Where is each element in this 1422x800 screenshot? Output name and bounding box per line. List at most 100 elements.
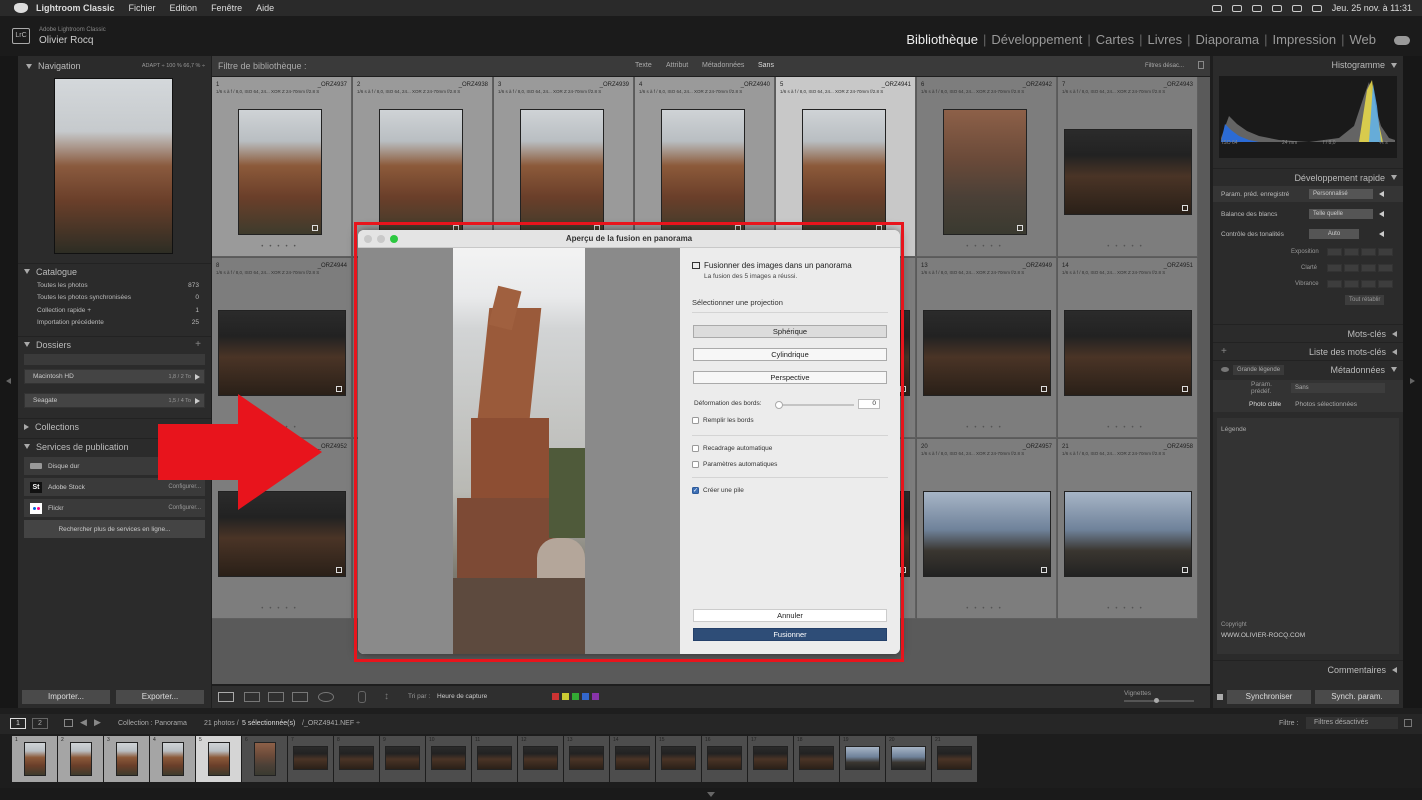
filmstrip-thumbnail[interactable] [937, 746, 972, 770]
photo-thumbnail[interactable] [661, 109, 745, 235]
navigator-header[interactable]: Navigation ADAPT ÷ 100 % 66,7 % ÷ [18, 59, 211, 73]
menu-app-name[interactable]: Lightroom Classic [36, 3, 115, 13]
keywords-header[interactable]: Mots-clés [1213, 324, 1403, 342]
filmstrip-thumbnail[interactable] [891, 746, 926, 770]
filmstrip-cell[interactable]: 18 [794, 736, 839, 782]
photo-thumbnail[interactable] [1064, 491, 1192, 577]
export-button[interactable]: Exporter... [116, 690, 204, 704]
rating-stars[interactable]: ••••• [917, 606, 1056, 612]
filmstrip-cell[interactable]: 1 [12, 736, 57, 782]
photo-thumbnail[interactable] [379, 109, 463, 235]
filters-off-dropdown[interactable]: Filtres désac... [1145, 63, 1184, 69]
collection-source[interactable]: Collection : Panorama [118, 720, 187, 727]
spray-can-icon[interactable] [358, 691, 366, 703]
forward-icon[interactable]: ▶ [94, 717, 101, 728]
saved-preset-select[interactable]: Personnalisé [1309, 189, 1373, 199]
comments-header[interactable]: Commentaires [1213, 660, 1403, 678]
expand-icon[interactable] [1379, 211, 1384, 217]
histogram-header[interactable]: Histogramme [1213, 56, 1403, 74]
filmstrip-thumbnail[interactable] [70, 742, 92, 776]
catalogue-item-quick[interactable]: Collection rapide + 1 [18, 304, 211, 317]
filmstrip-thumbnail[interactable] [293, 746, 328, 770]
photo-thumbnail[interactable] [802, 109, 886, 235]
filmstrip-cell[interactable]: 13 [564, 736, 609, 782]
color-label-red[interactable] [552, 693, 559, 700]
photo-thumbnail[interactable] [1064, 310, 1192, 396]
rating-stars[interactable]: ••••• [1058, 244, 1197, 250]
module-bibliotheque[interactable]: Bibliothèque [906, 32, 978, 47]
module-impression[interactable]: Impression [1273, 32, 1337, 47]
synchronize-button[interactable]: Synchroniser [1227, 690, 1311, 704]
white-balance-select[interactable]: Telle quelle [1309, 209, 1373, 219]
menu-edition[interactable]: Edition [170, 3, 198, 13]
reset-all-button[interactable]: Tout rétablir [1345, 295, 1385, 305]
photo-thumbnail[interactable] [520, 109, 604, 235]
catalogue-header[interactable]: Catalogue [18, 263, 211, 279]
filmstrip-thumbnail[interactable] [753, 746, 788, 770]
filmstrip-toggle-icon[interactable] [707, 792, 715, 797]
eye-icon[interactable] [1221, 367, 1229, 372]
filmstrip-thumbnail[interactable] [254, 742, 276, 776]
add-folder-button[interactable]: + [195, 339, 201, 350]
thumbnail-size-slider[interactable] [1124, 698, 1194, 703]
module-livres[interactable]: Livres [1147, 32, 1182, 47]
quick-develop-header[interactable]: Développement rapide [1213, 168, 1403, 186]
filmstrip-lock-icon[interactable] [1404, 719, 1412, 727]
filmstrip-cell[interactable]: 16 [702, 736, 747, 782]
battery-icon[interactable] [1251, 4, 1262, 12]
filter-tab-attribut[interactable]: Attribut [666, 62, 688, 69]
filmstrip-thumbnail[interactable] [707, 746, 742, 770]
filmstrip-thumbnail[interactable] [431, 746, 466, 770]
filmstrip-thumbnail[interactable] [208, 742, 230, 776]
people-view-icon[interactable] [318, 692, 334, 702]
dossiers-header[interactable]: Dossiers + [18, 336, 211, 352]
selected-photos-tab[interactable]: Photos sélectionnées [1295, 401, 1357, 408]
color-label-purple[interactable] [592, 693, 599, 700]
rating-stars[interactable]: ••••• [1058, 425, 1197, 431]
current-file-name[interactable]: /_ORZ4941.NEF ÷ [302, 720, 360, 727]
lock-icon[interactable] [1198, 61, 1204, 69]
photo-thumbnail[interactable] [1064, 129, 1192, 215]
grid-cell[interactable]: 20 _ORZ4957 1/6 s à f / 8,0, ISO 64, 24...… [917, 439, 1057, 619]
filmstrip-thumbnail[interactable] [661, 746, 696, 770]
histogram-graph[interactable]: ISO 64 24 mm f / 8,0 ⅙ s [1219, 76, 1397, 158]
photo-thumbnail[interactable] [923, 491, 1051, 577]
module-developpement[interactable]: Développement [991, 32, 1082, 47]
navigator-preview[interactable] [54, 78, 173, 254]
filmstrip-cell[interactable]: 11 [472, 736, 517, 782]
copyright-value[interactable]: WWW.OLIVIER-ROCQ.COM [1221, 632, 1305, 639]
exposure-buttons[interactable] [1327, 248, 1393, 256]
catalogue-item-all[interactable]: Toutes les photos 873 [18, 279, 211, 292]
photo-thumbnail[interactable] [943, 109, 1027, 235]
import-button[interactable]: Importer... [22, 690, 110, 704]
left-panel-toggle-icon[interactable] [6, 378, 11, 384]
filmstrip-cell[interactable]: 10 [426, 736, 471, 782]
clarity-buttons[interactable] [1327, 264, 1393, 272]
auto-tone-button[interactable]: Auto [1309, 229, 1359, 239]
menu-aide[interactable]: Aide [256, 3, 274, 13]
expand-icon[interactable] [1379, 231, 1384, 237]
grid-icon[interactable] [64, 719, 73, 727]
filmstrip-cell[interactable]: 21 [932, 736, 977, 782]
filmstrip-cell[interactable]: 12 [518, 736, 563, 782]
photo-thumbnail[interactable] [218, 310, 346, 396]
filmstrip-cell[interactable]: 5 [196, 736, 241, 782]
grid-cell[interactable]: 14 _ORZ4951 1/6 s à f / 8,0, ISO 64, 24...… [1058, 258, 1198, 438]
filter-select[interactable]: Filtres désactivés [1306, 717, 1398, 729]
filmstrip-cell[interactable]: 7 [288, 736, 333, 782]
caption-area[interactable]: Légende Copyright WWW.OLIVIER-ROCQ.COM [1217, 418, 1399, 654]
window-2-button[interactable]: 2 [32, 718, 48, 729]
filmstrip-cell[interactable]: 3 [104, 736, 149, 782]
filmstrip-cell[interactable]: 2 [58, 736, 103, 782]
sort-select[interactable]: Heure de capture [437, 693, 487, 700]
back-icon[interactable]: ◀ [80, 717, 87, 728]
filmstrip-cell[interactable]: 14 [610, 736, 655, 782]
survey-view-icon[interactable] [292, 692, 308, 702]
slider-thumb[interactable] [1154, 698, 1159, 703]
color-label-blue[interactable] [582, 693, 589, 700]
grid-view-icon[interactable] [218, 692, 234, 702]
filmstrip-thumbnail[interactable] [799, 746, 834, 770]
grid-cell[interactable]: 21 _ORZ4958 1/6 s à f / 8,0, ISO 64, 24...… [1058, 439, 1198, 619]
window-1-button[interactable]: 1 [10, 718, 26, 729]
filmstrip-cell[interactable]: 15 [656, 736, 701, 782]
